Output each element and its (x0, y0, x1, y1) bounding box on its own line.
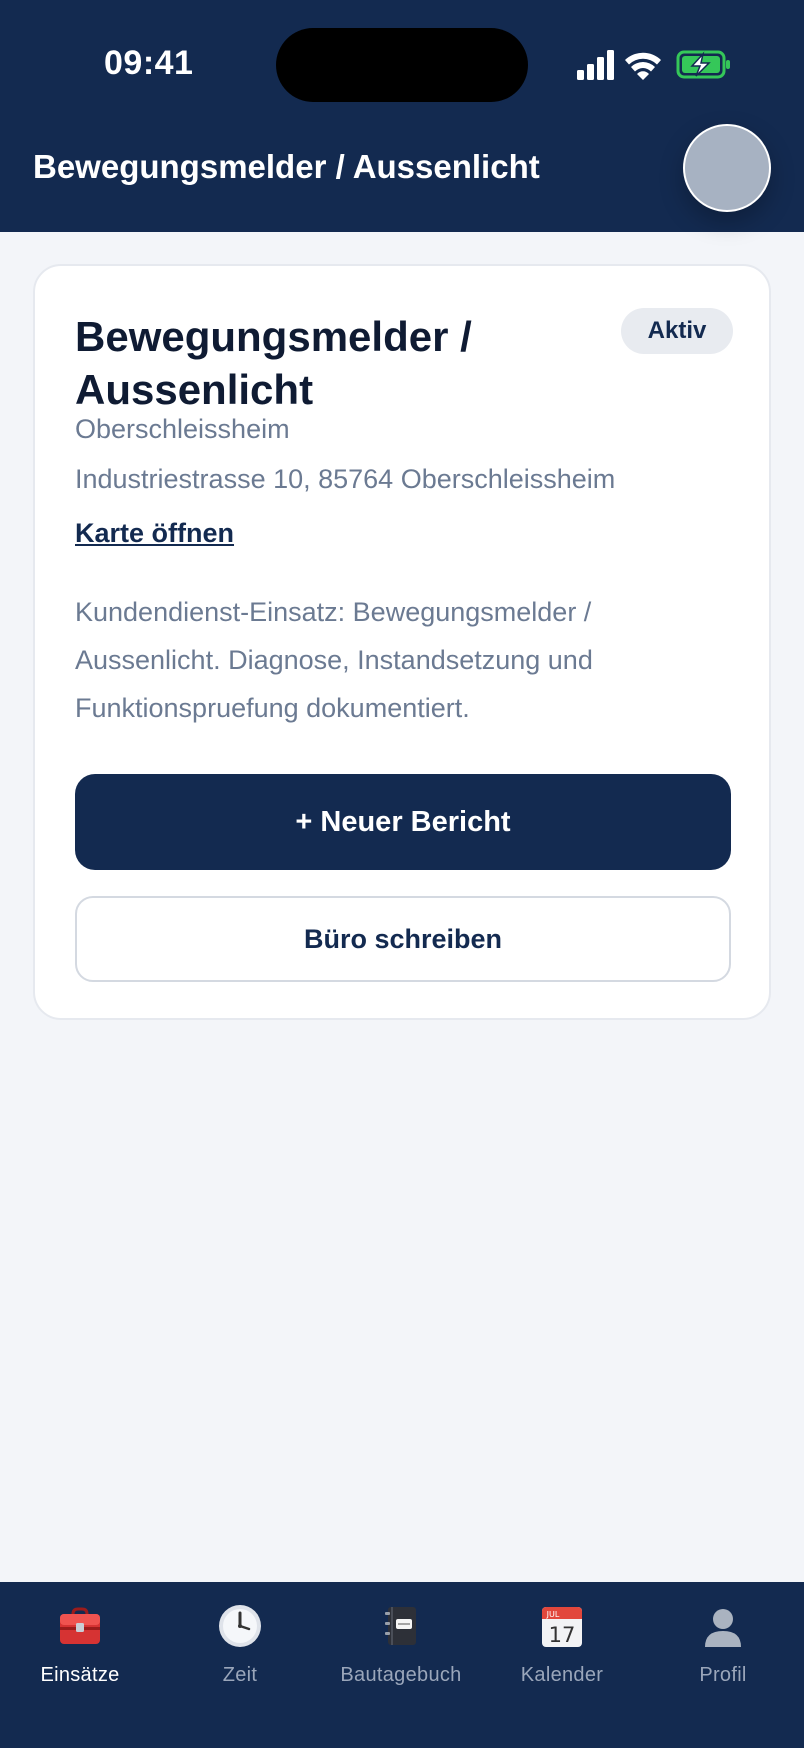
notebook-icon (377, 1602, 425, 1650)
job-card: Bewegungsmelder / Aussenlicht Aktiv Ober… (33, 264, 771, 1020)
svg-text:JUL: JUL (546, 1610, 560, 1619)
tab-einsaetze[interactable]: Einsätze (5, 1602, 155, 1702)
tab-kalender[interactable]: JUL 17 Kalender (487, 1602, 637, 1702)
status-badge: Aktiv (621, 308, 733, 354)
toolbox-icon (56, 1602, 104, 1650)
app-header: 09:41 Bewegungsmelder / Aussenlicht (0, 0, 804, 232)
battery-charging-icon (676, 50, 730, 79)
dynamic-island (276, 28, 528, 102)
job-description: Kundendienst-Einsatz: Bewegungsmelder / … (75, 597, 593, 723)
tab-label: Bautagebuch (340, 1664, 462, 1686)
avatar[interactable] (683, 124, 771, 212)
person-icon (699, 1602, 747, 1650)
tab-label: Kalender (520, 1664, 604, 1686)
tab-zeit[interactable]: Zeit (165, 1602, 315, 1702)
clock-icon (216, 1602, 264, 1650)
new-report-button[interactable]: + Neuer Bericht (75, 774, 731, 870)
bottom-tab-bar: Einsätze Zeit Bautagebuch JUL 17 Kalende… (0, 1582, 804, 1748)
wifi-icon (625, 52, 661, 80)
tab-profil[interactable]: Profil (648, 1602, 798, 1702)
status-bar-time: 09:41 (104, 44, 194, 82)
tab-bautagebuch[interactable]: Bautagebuch (326, 1602, 476, 1702)
job-title: Bewegungsmelder / Aussenlicht (75, 313, 472, 413)
tab-label: Zeit (222, 1664, 258, 1686)
status-icons (575, 46, 735, 86)
job-address: Industriestrasse 10, 85764 Oberschleissh… (75, 464, 616, 494)
svg-text:17: 17 (549, 1623, 576, 1647)
page-title: Bewegungsmelder / Aussenlicht (33, 148, 540, 185)
job-location: Oberschleissheim (75, 414, 290, 444)
open-map-link[interactable]: Karte öffnen (75, 518, 234, 549)
tab-label: Einsätze (40, 1664, 120, 1686)
cellular-signal-icon (577, 50, 614, 80)
tab-label: Profil (699, 1664, 747, 1686)
message-office-button[interactable]: Büro schreiben (75, 896, 731, 982)
calendar-icon: JUL 17 (538, 1602, 586, 1650)
